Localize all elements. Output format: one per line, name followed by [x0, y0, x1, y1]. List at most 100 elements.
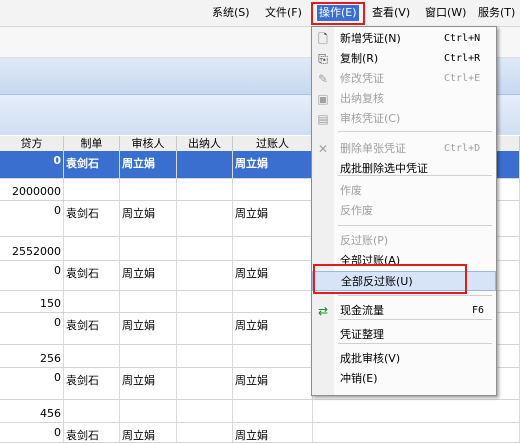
cell-auditor[interactable]: 周立娟: [120, 151, 177, 178]
cell-maker[interactable]: [64, 179, 120, 200]
cell-maker[interactable]: 袁剑石: [64, 423, 120, 442]
cell-poster[interactable]: 周立娟: [233, 151, 313, 178]
menu-view[interactable]: 查看(V): [372, 5, 410, 21]
cell-cashier[interactable]: [177, 151, 233, 178]
operation-menu: 🗋 新增凭证(N) Ctrl+N ⎘ 复制(R) Ctrl+R ✎ 修改凭证 Ctrl+E ▣ 出纳…: [311, 26, 497, 396]
menu-separator: [338, 175, 492, 176]
cell-auditor[interactable]: [120, 179, 177, 200]
menu-file[interactable]: 文件(F): [265, 5, 302, 21]
cell-poster[interactable]: [233, 345, 313, 367]
cell-auditor[interactable]: 周立娟: [120, 261, 177, 290]
credit-value: 0: [53, 154, 61, 167]
cell-credit[interactable]: 2000000: [0, 179, 64, 200]
menu-operation[interactable]: 操作(E): [317, 5, 359, 21]
cell-auditor[interactable]: [120, 400, 177, 422]
cell-maker[interactable]: 袁剑石: [64, 151, 120, 178]
maker-value: 袁剑石: [66, 374, 99, 387]
cell-cashier[interactable]: [177, 201, 233, 236]
cell-credit[interactable]: 0: [0, 151, 64, 178]
cell-credit[interactable]: 0: [0, 261, 64, 290]
cell-poster[interactable]: 周立娟: [233, 423, 313, 442]
cell-poster[interactable]: [233, 179, 313, 200]
cell-credit[interactable]: 256: [0, 345, 64, 367]
cell-auditor[interactable]: 周立娟: [120, 368, 177, 399]
cell-cashier[interactable]: [177, 291, 233, 312]
cell-poster[interactable]: 周立娟: [233, 368, 313, 399]
cell-cashier[interactable]: [177, 423, 233, 442]
menu-item-shortcut: Ctrl+D: [444, 143, 481, 154]
credit-value: 0: [54, 426, 61, 439]
cell-cashier[interactable]: [177, 313, 233, 344]
cell-credit[interactable]: 2552000: [0, 237, 64, 260]
cell-cashier[interactable]: [177, 237, 233, 260]
cell-empty[interactable]: [313, 400, 520, 422]
menu-window[interactable]: 窗口(W): [425, 5, 466, 21]
menu-item-1[interactable]: ⎘ 复制(R) Ctrl+R: [312, 49, 496, 69]
cell-maker[interactable]: [64, 237, 120, 260]
menu-item-11[interactable]: 全部反过账(U): [312, 271, 496, 291]
menu-item-label: 现金流量: [340, 304, 384, 317]
cell-auditor[interactable]: 周立娟: [120, 423, 177, 442]
cell-cashier[interactable]: [177, 261, 233, 290]
cell-credit[interactable]: 0: [0, 201, 64, 236]
cell-credit[interactable]: 150: [0, 291, 64, 312]
cell-maker[interactable]: 袁剑石: [64, 201, 120, 236]
table-row[interactable]: 0 袁剑石 周立娟 周立娟: [0, 423, 520, 443]
menu-item-13[interactable]: 凭证整理: [312, 325, 496, 345]
cell-auditor[interactable]: [120, 237, 177, 260]
poster-value: 周立娟: [235, 267, 268, 280]
table-row[interactable]: 456: [0, 400, 520, 423]
menu-service[interactable]: 服务(T): [478, 5, 515, 21]
cell-auditor[interactable]: 周立娟: [120, 201, 177, 236]
column-maker[interactable]: 制单: [64, 136, 120, 151]
column-credit[interactable]: 贷方: [0, 136, 64, 151]
cell-poster[interactable]: 周立娟: [233, 201, 313, 236]
menu-item-10[interactable]: 全部过账(A): [312, 251, 496, 271]
cell-poster[interactable]: 周立娟: [233, 261, 313, 290]
cell-credit[interactable]: 0: [0, 368, 64, 399]
menu-item-12[interactable]: ⇄ 现金流量 F6: [312, 301, 496, 321]
menu-item-label: 冲销(E): [340, 372, 378, 385]
menu-item-15[interactable]: 冲销(E): [312, 369, 496, 389]
cell-auditor[interactable]: [120, 291, 177, 312]
menu-item-6[interactable]: 成批删除选中凭证: [312, 159, 496, 179]
column-cashier[interactable]: 出纳人: [177, 136, 233, 151]
cell-maker[interactable]: 袁剑石: [64, 368, 120, 399]
credit-value: 2000000: [12, 185, 61, 198]
cell-cashier[interactable]: [177, 368, 233, 399]
cell-maker[interactable]: [64, 345, 120, 367]
menu-item-label: 反过账(P): [340, 234, 389, 247]
cell-auditor[interactable]: [120, 345, 177, 367]
poster-value: 周立娟: [235, 207, 268, 220]
cell-cashier[interactable]: [177, 179, 233, 200]
column-auditor[interactable]: 审核人: [120, 136, 177, 151]
cell-poster[interactable]: [233, 291, 313, 312]
auditor-value: 周立娟: [122, 429, 155, 442]
column-poster[interactable]: 过账人: [233, 136, 313, 151]
cell-maker[interactable]: [64, 291, 120, 312]
menu-item-0[interactable]: 🗋 新增凭证(N) Ctrl+N: [312, 29, 496, 49]
maker-value: 袁剑石: [66, 267, 99, 280]
cell-credit[interactable]: 0: [0, 423, 64, 442]
cell-auditor[interactable]: 周立娟: [120, 313, 177, 344]
cell-poster[interactable]: [233, 400, 313, 422]
menu-item-label: 出纳复核: [340, 92, 384, 105]
cell-poster[interactable]: [233, 237, 313, 260]
cell-maker[interactable]: 袁剑石: [64, 313, 120, 344]
maker-value: 袁剑石: [66, 157, 99, 170]
menu-item-label: 全部反过账(U): [341, 275, 413, 288]
cell-cashier[interactable]: [177, 345, 233, 367]
new-document-icon: 🗋: [318, 32, 328, 46]
cell-empty[interactable]: [313, 423, 520, 442]
poster-value: 周立娟: [235, 429, 268, 442]
cashier-review-icon: ▣: [317, 92, 329, 106]
menu-system[interactable]: 系统(S): [212, 5, 250, 21]
cell-cashier[interactable]: [177, 400, 233, 422]
menu-item-label: 成批审核(V): [340, 352, 401, 365]
cell-credit[interactable]: 0: [0, 313, 64, 344]
cell-credit[interactable]: 456: [0, 400, 64, 422]
menu-item-14[interactable]: 成批审核(V): [312, 349, 496, 369]
cell-maker[interactable]: 袁剑石: [64, 261, 120, 290]
cell-poster[interactable]: 周立娟: [233, 313, 313, 344]
cell-maker[interactable]: [64, 400, 120, 422]
